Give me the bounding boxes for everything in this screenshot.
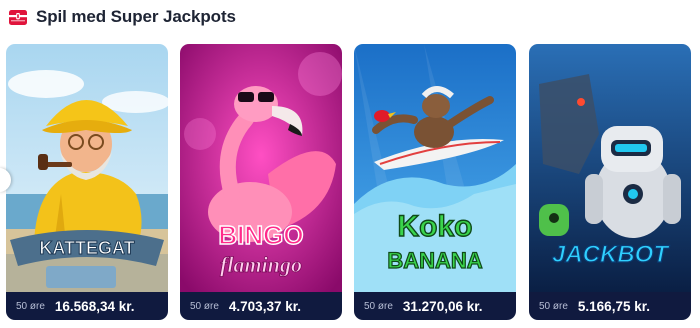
jackpot-footer: 50 øre 4.703,37 kr. bbox=[180, 292, 342, 320]
game-card-bingo-flamingo[interactable]: BINGO flamingo 50 øre 4.703,37 kr. bbox=[180, 44, 342, 320]
game-thumbnail-koko-banana: Koko BANANA bbox=[354, 44, 516, 292]
jackpot-chest-icon bbox=[8, 7, 28, 27]
game-thumbnail-jackbot: JACKBOT bbox=[529, 44, 691, 292]
game-thumbnail-bingo-flamingo: BINGO flamingo bbox=[180, 44, 342, 292]
jackpot-footer: 50 øre 31.270,06 kr. bbox=[354, 292, 516, 320]
min-bet-label: 50 øre bbox=[190, 300, 219, 312]
jackpot-amount: 5.166,75 kr. bbox=[577, 298, 650, 314]
game-card-jackbot[interactable]: JACKBOT 50 øre 5.166,75 kr. bbox=[529, 44, 691, 320]
koko-logo-top: Koko bbox=[398, 210, 473, 243]
jackpot-footer: 50 øre 5.166,75 kr. bbox=[529, 292, 691, 320]
game-card-kattegat[interactable]: KATTEGAT 50 øre 16.568,34 kr. bbox=[6, 44, 168, 320]
flamingo-logo-bottom: flamingo bbox=[220, 252, 302, 277]
jackpot-amount: 16.568,34 kr. bbox=[54, 298, 135, 314]
jackbot-logo: JACKBOT bbox=[552, 241, 670, 268]
banana-logo-bottom: BANANA bbox=[387, 248, 482, 273]
game-thumbnail-kattegat: KATTEGAT bbox=[6, 44, 168, 292]
game-card-koko-banana[interactable]: Koko BANANA 50 øre 31.270,06 kr. bbox=[354, 44, 516, 320]
min-bet-label: 50 øre bbox=[539, 300, 568, 312]
jackpot-amount: 31.270,06 kr. bbox=[402, 298, 483, 314]
section-title: Spil med Super Jackpots bbox=[36, 7, 236, 26]
bingo-logo-top: BINGO bbox=[218, 220, 303, 250]
kattegat-logo: KATTEGAT bbox=[39, 238, 134, 258]
jackpot-footer: 50 øre 16.568,34 kr. bbox=[6, 292, 168, 320]
jackpot-amount: 4.703,37 kr. bbox=[228, 298, 301, 314]
min-bet-label: 50 øre bbox=[16, 300, 45, 312]
jackpot-games-row: KATTEGAT 50 øre 16.568,34 kr. BINGO flam… bbox=[0, 44, 700, 320]
min-bet-label: 50 øre bbox=[364, 300, 393, 312]
section-header: Spil med Super Jackpots bbox=[8, 4, 236, 30]
